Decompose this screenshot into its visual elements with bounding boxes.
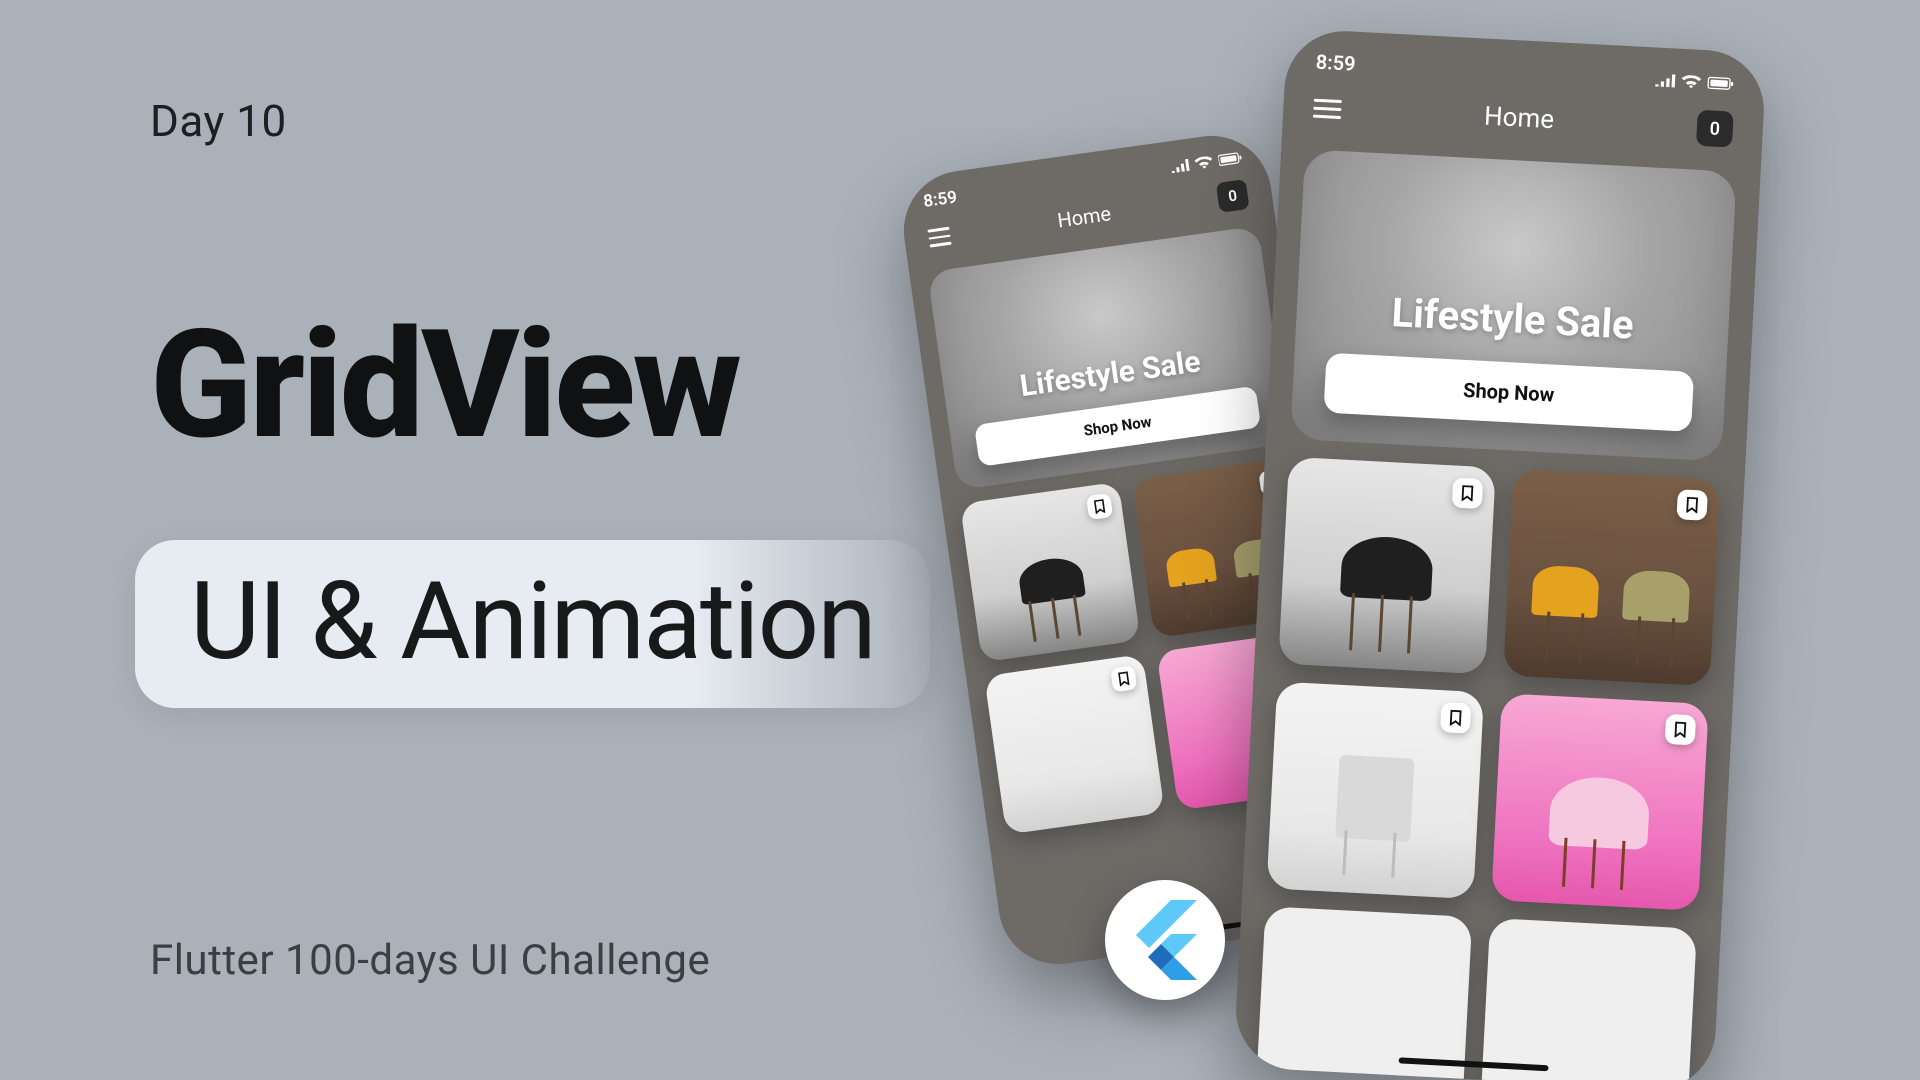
hero-card[interactable]: Lifestyle Sale Shop Now [927, 226, 1288, 490]
hero-title: Lifestyle Sale [1018, 344, 1203, 404]
grid-item[interactable] [1491, 693, 1709, 911]
chair-icon [1622, 570, 1691, 623]
status-time: 8:59 [922, 187, 958, 212]
phone-mock-large: 8:59 Home 0 Lifestyle Sale Shop Now [1233, 28, 1767, 1080]
footer-text: Flutter 100-days UI Challenge [150, 936, 710, 985]
bookmark-icon[interactable] [1440, 702, 1472, 734]
grid-item[interactable] [1267, 682, 1485, 900]
bookmark-icon[interactable] [1086, 493, 1113, 520]
main-title: GridView [150, 310, 739, 460]
nav-title: Home [1483, 102, 1554, 136]
signal-icon [1655, 73, 1676, 87]
grid-item[interactable] [1255, 906, 1473, 1080]
shop-now-button[interactable]: Shop Now [974, 386, 1261, 467]
grid-item[interactable] [1479, 918, 1697, 1080]
shop-now-button[interactable]: Shop Now [1324, 353, 1694, 432]
hero-title: Lifestyle Sale [1390, 289, 1634, 349]
grid-item[interactable] [984, 654, 1165, 835]
flutter-logo-badge [1105, 880, 1225, 1000]
status-icons-group [1655, 73, 1736, 90]
cart-badge[interactable]: 0 [1696, 110, 1734, 148]
flutter-logo-icon [1133, 900, 1197, 980]
product-grid [1233, 456, 1744, 1080]
grid-item[interactable] [960, 482, 1141, 663]
bookmark-icon[interactable] [1665, 714, 1697, 746]
subtitle-pill: UI & Animation [135, 540, 930, 708]
chair-icon [1165, 546, 1217, 588]
wifi-icon [1681, 74, 1702, 88]
subtitle-text: UI & Animation [190, 568, 875, 676]
hamburger-icon[interactable] [1313, 98, 1342, 118]
bookmark-icon[interactable] [1676, 489, 1708, 521]
chair-icon [1340, 534, 1434, 601]
bookmark-icon[interactable] [1110, 665, 1137, 692]
bookmark-icon[interactable] [1452, 477, 1484, 509]
chair-icon [1531, 565, 1600, 618]
signal-icon [1170, 159, 1189, 173]
status-time: 8:59 [1315, 50, 1356, 76]
hamburger-icon[interactable] [927, 227, 951, 247]
status-icons-group [1170, 151, 1243, 173]
hero-card[interactable]: Lifestyle Sale Shop Now [1290, 149, 1737, 461]
battery-icon [1218, 151, 1243, 166]
nav-title: Home [1056, 201, 1113, 232]
wifi-icon [1194, 155, 1213, 169]
cart-badge[interactable]: 0 [1216, 179, 1250, 213]
grid-item[interactable] [1503, 469, 1721, 687]
grid-item[interactable] [1278, 457, 1496, 675]
chair-icon [1548, 775, 1651, 850]
day-label: Day 10 [150, 95, 287, 147]
chair-icon [1335, 755, 1414, 842]
battery-icon [1707, 76, 1736, 90]
